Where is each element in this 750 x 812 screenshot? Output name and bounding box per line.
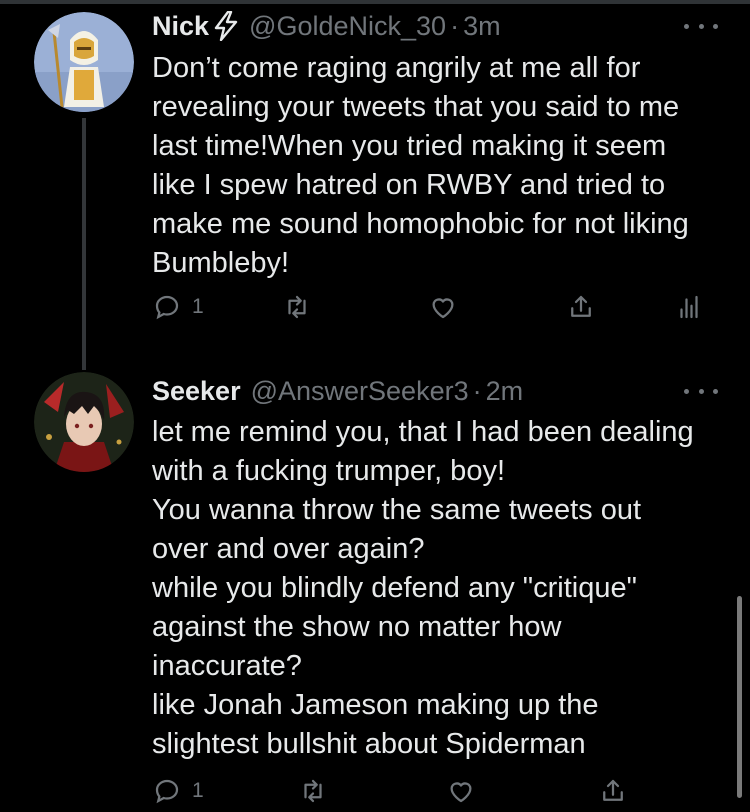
timestamp[interactable]: 3m — [463, 11, 501, 42]
retweet-icon — [288, 295, 306, 319]
separator-dot: · — [472, 375, 482, 406]
like-icon — [450, 782, 472, 803]
tweet-line: over and over again? — [152, 533, 425, 565]
tweet-line: make me sound homophobic for not liking — [152, 208, 689, 240]
more-icon[interactable] — [684, 381, 718, 401]
tweet-line: let me remind you, that I had been deali… — [152, 416, 694, 448]
tweet-line: revealing your tweets that you said to m… — [152, 91, 680, 123]
tweet-line: Don’t come raging angrily at me all for — [152, 52, 641, 84]
tweet-line: like I spew hatred on RWBY and tried to — [152, 169, 666, 201]
tweet-line: inaccurate? — [152, 650, 302, 682]
thread-connector-line — [82, 118, 86, 370]
tweet-line: with a fucking trumper, boy! — [152, 455, 505, 487]
analytics-icon — [680, 295, 698, 319]
reply-icon — [155, 295, 179, 320]
user-handle[interactable]: @AnswerSeeker3 — [251, 376, 469, 407]
tweet-header: Nick @GoldeNick_30 · 3m — [152, 8, 501, 44]
tweet-header: Seeker @AnswerSeeker3 · 2m — [152, 373, 523, 409]
reply-count: 1 — [192, 779, 204, 802]
tweet-text: Don’t come raging angrily at me all for … — [152, 49, 732, 283]
tweet-actions: 1 — [152, 776, 712, 812]
tweet-line: while you blindly defend any "critique" — [152, 572, 637, 604]
tweet-line: slightest bullshit about Spiderman — [152, 728, 586, 760]
display-name[interactable]: Nick — [152, 11, 209, 42]
share-button[interactable] — [566, 292, 596, 322]
tweet-text: let me remind you, that I had been deali… — [152, 413, 732, 764]
analytics-button[interactable] — [674, 292, 704, 322]
like-icon — [432, 298, 454, 319]
retweet-icon — [304, 779, 322, 803]
top-divider — [0, 0, 750, 4]
display-name[interactable]: Seeker — [152, 376, 241, 407]
share-icon — [603, 779, 623, 801]
user-handle[interactable]: @GoldeNick_30 — [249, 11, 446, 42]
lightning-icon — [213, 11, 239, 41]
share-button[interactable] — [598, 776, 628, 806]
share-icon — [571, 295, 591, 317]
avatar-nick[interactable] — [34, 12, 134, 112]
reply-count: 1 — [192, 295, 204, 318]
reply-icon — [155, 779, 179, 804]
more-icon[interactable] — [684, 16, 718, 36]
tweet-line: Bumbleby! — [152, 247, 290, 279]
like-button[interactable] — [428, 292, 458, 322]
reply-button[interactable]: 1 — [152, 776, 204, 806]
avatar-seeker[interactable] — [34, 372, 134, 472]
tweet-line: You wanna throw the same tweets out — [152, 494, 642, 526]
separator-dot: · — [450, 10, 460, 41]
retweet-button[interactable] — [282, 292, 312, 322]
tweet-line: against the show no matter how — [152, 611, 562, 643]
like-button[interactable] — [446, 776, 476, 806]
reply-button[interactable]: 1 — [152, 292, 204, 322]
tweet-actions: 1 — [152, 292, 712, 328]
timestamp[interactable]: 2m — [486, 376, 524, 407]
scrollbar-thumb[interactable] — [737, 596, 742, 798]
tweet-line: like Jonah Jameson making up the — [152, 689, 599, 721]
retweet-button[interactable] — [298, 776, 328, 806]
tweet-line: last time!When you tried making it seem — [152, 130, 667, 162]
